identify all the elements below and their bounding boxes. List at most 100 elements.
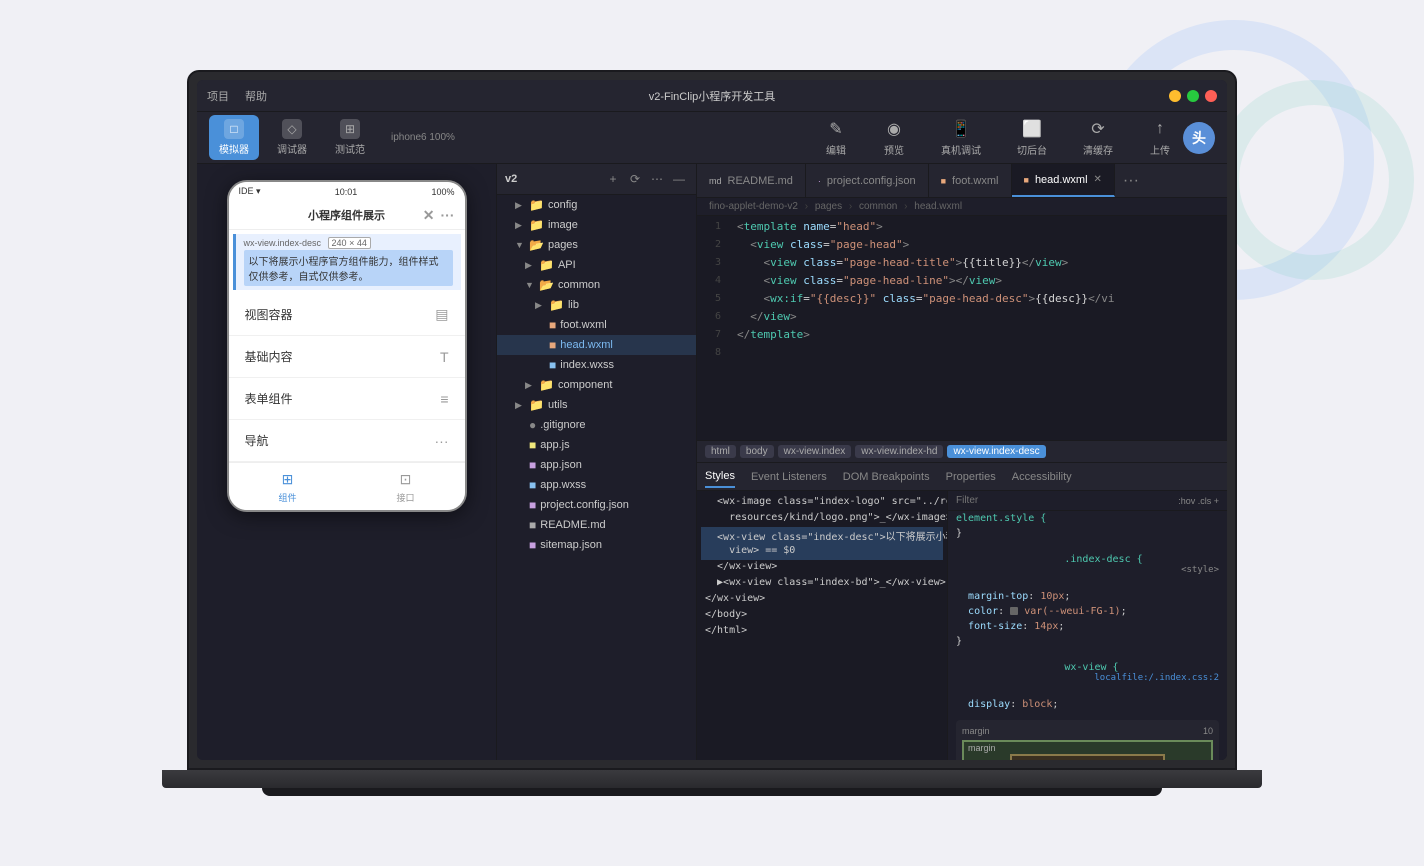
tree-file-head-wxml[interactable]: ■ head.wxml [497,335,696,355]
phone-nav-bar: 小程序组件展示 ··· ✕ [229,201,465,230]
close-button[interactable] [1205,90,1217,102]
preview-action[interactable]: ◉ 预览 [875,114,913,161]
event-listeners-tab[interactable]: Event Listeners [751,467,827,487]
test-button[interactable]: ⊞ 测试范 [325,115,375,160]
phone-nav-close[interactable]: ✕ [423,207,435,224]
device-debug-action[interactable]: 📱 真机调试 [933,114,989,161]
tab-more-button[interactable]: ··· [1115,172,1147,190]
tree-folder-config[interactable]: ▶ 📁 config [497,195,696,215]
phone-tab-interface[interactable]: ⊡ 接口 [347,469,465,504]
toolbar-left: □ 模拟器 ◇ 调试器 ⊞ 测试范 iphone6 100% [209,115,455,160]
folder-icon: 📁 [529,398,544,412]
tree-file-appjs[interactable]: ■ app.js [497,435,696,455]
tree-folder-pages[interactable]: ▼ 📂 pages [497,235,696,255]
devtools-panel: html body wx-view.index wx-view.index-hd… [697,440,1227,760]
filter-input[interactable] [956,495,1172,506]
tree-file-projectconfig[interactable]: ■ project.config.json [497,495,696,515]
tree-folder-image[interactable]: ▶ 📁 image [497,215,696,235]
tab-project-config[interactable]: · project.config.json [806,164,929,197]
html-tree[interactable]: <wx-image class="index-logo" src="../res… [697,491,947,760]
user-avatar[interactable]: 头 [1183,122,1215,154]
tab-close-icon[interactable]: ✕ [1094,174,1102,185]
test-icon: ⊞ [340,119,360,139]
html-tree-line: </wx-view> [701,592,943,608]
file-icon: ● [529,418,536,432]
menu-project[interactable]: 项目 [207,88,229,104]
tree-file-sitemap[interactable]: ■ sitemap.json [497,535,696,555]
file-tree-more[interactable]: ⋯ [648,170,666,188]
tree-file-appjson[interactable]: ■ app.json [497,455,696,475]
file-tree-root: v2 [505,173,517,185]
tree-folder-component[interactable]: ▶ 📁 component [497,375,696,395]
minimize-button[interactable] [1169,90,1181,102]
list-item-icon-3: ··· [435,433,449,449]
properties-tab[interactable]: Properties [946,467,996,487]
device-icon: 📱 [950,118,972,140]
file-tree-header: v2 + ⟳ ⋯ — [497,164,696,195]
tree-folder-api[interactable]: ▶ 📁 API [497,255,696,275]
html-breadcrumb: html body wx-view.index wx-view.index-hd… [697,441,1227,463]
laptop-screen: 项目 帮助 v2-FinClip小程序开发工具 □ 模拟器 [197,80,1227,760]
main-content: IDE ▾ 10:01 100% 小程序组件展示 ··· ✕ [197,164,1227,760]
html-tag-index[interactable]: wx-view.index [778,445,852,458]
tree-folder-utils[interactable]: ▶ 📁 utils [497,395,696,415]
tab-head-icon: ■ [1024,175,1029,185]
css-property-color: color: var(--weui-FG-1); [948,604,1227,619]
html-tag-index-hd[interactable]: wx-view.index-hd [855,445,943,458]
arrow-icon: ▶ [525,380,535,391]
code-line-2: 2 <view class="page-head"> [697,238,1227,256]
upload-icon: ↑ [1149,118,1171,140]
file-tree-collapse[interactable]: — [670,170,688,188]
clear-cache-action[interactable]: ⟳ 清缓存 [1075,114,1121,161]
file-icon: ■ [529,438,536,452]
tree-file-gitignore[interactable]: ● .gitignore [497,415,696,435]
folder-icon: 📁 [539,378,554,392]
folder-icon: 📂 [529,238,544,252]
pseudo-filter[interactable]: :hov .cls + [1178,496,1219,506]
html-tag-html[interactable]: html [705,445,736,458]
file-icon: ■ [529,478,536,492]
tab-head-wxml[interactable]: ■ head.wxml ✕ [1012,164,1115,197]
phone-nav-more[interactable]: ··· [441,207,455,223]
upload-action[interactable]: ↑ 上传 [1141,114,1179,161]
tree-file-index-wxss[interactable]: ■ index.wxss [497,355,696,375]
edit-action[interactable]: ✎ 编辑 [817,114,855,161]
arrow-icon: ▶ [535,300,545,311]
phone-info: iphone6 100% [391,132,455,143]
styles-tab[interactable]: Styles [705,466,735,488]
list-item[interactable]: 视图容器 ▤ [229,294,465,336]
tree-file-appwxss[interactable]: ■ app.wxss [497,475,696,495]
tree-file-foot-wxml[interactable]: ■ foot.wxml [497,315,696,335]
phone-time: 10:01 [335,187,358,197]
phone-container: IDE ▾ 10:01 100% 小程序组件展示 ··· ✕ [197,164,496,760]
phone-tab-component[interactable]: ⊞ 组件 [229,469,347,504]
list-item[interactable]: 导航 ··· [229,420,465,462]
tab-foot-wxml[interactable]: ■ foot.wxml [929,164,1012,197]
maximize-button[interactable] [1187,90,1199,102]
code-line-7: 7 </template> [697,328,1227,346]
code-editor[interactable]: 1 <template name="head"> 2 <view class="… [697,216,1227,440]
tab-component-icon: ⊞ [278,469,298,489]
simulator-button[interactable]: □ 模拟器 [209,115,259,160]
background-action[interactable]: ⬜ 切后台 [1009,114,1055,161]
html-tree-line: <wx-image class="index-logo" src="../res… [701,495,943,511]
html-tag-index-desc[interactable]: wx-view.index-desc [947,445,1045,458]
phone-preview-panel: IDE ▾ 10:01 100% 小程序组件展示 ··· ✕ [197,164,497,760]
file-tree-refresh[interactable]: ⟳ [626,170,644,188]
tab-readme[interactable]: md README.md [697,164,806,197]
css-rule-wx-view: wx-view { localfile:/.index.css:2 [948,649,1227,697]
menu-help[interactable]: 帮助 [245,88,267,104]
tree-folder-lib[interactable]: ▶ 📁 lib [497,295,696,315]
html-tag-body[interactable]: body [740,445,774,458]
accessibility-tab[interactable]: Accessibility [1012,467,1072,487]
list-item[interactable]: 表单组件 ≡ [229,378,465,420]
tree-file-readme[interactable]: ■ README.md [497,515,696,535]
tree-folder-common[interactable]: ▼ 📂 common [497,275,696,295]
debugger-button[interactable]: ◇ 调试器 [267,115,317,160]
list-item[interactable]: 基础内容 T [229,336,465,378]
phone-status-left: IDE ▾ [239,186,261,197]
devtools-tabs: Styles Event Listeners DOM Breakpoints P… [697,463,1227,491]
dom-breakpoints-tab[interactable]: DOM Breakpoints [843,467,930,487]
css-property-margin-top: margin-top: 10px; [948,589,1227,604]
file-tree-add[interactable]: + [604,170,622,188]
